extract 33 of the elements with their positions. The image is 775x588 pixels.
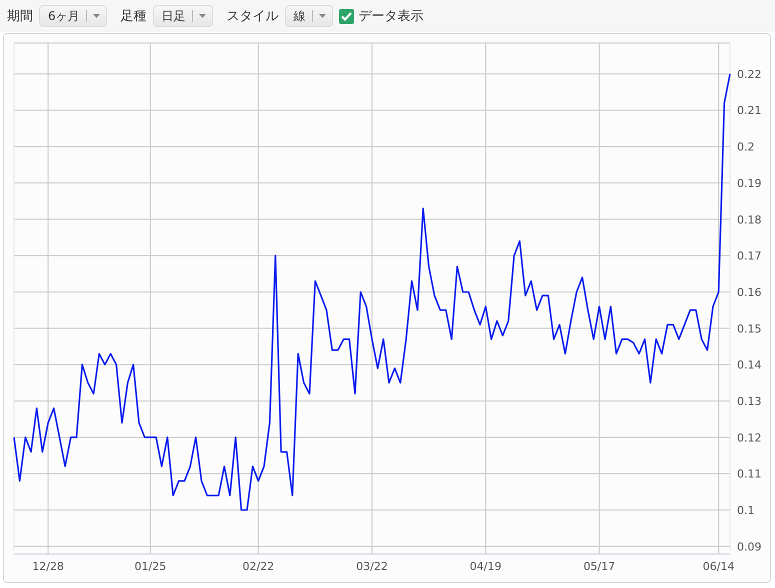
axis-label: 06/14 xyxy=(702,560,734,573)
axis-label: 03/22 xyxy=(356,560,388,573)
caret-icon xyxy=(92,14,100,18)
axis-label: 0.13 xyxy=(737,395,762,408)
axis-label: 0.1 xyxy=(737,504,754,518)
dropdown[interactable]: 日足 xyxy=(152,5,213,27)
axis-label: 0.18 xyxy=(737,213,762,226)
axis-label: 0.15 xyxy=(737,322,762,336)
axis-label: 0.14 xyxy=(737,358,762,372)
axis-label: 0.21 xyxy=(737,104,762,118)
caret-icon xyxy=(198,14,206,18)
toolbar-label: 足種 xyxy=(120,8,147,25)
axis-label: 01/25 xyxy=(134,560,166,573)
checkbox[interactable] xyxy=(338,8,354,24)
axis-label: 0.22 xyxy=(737,68,762,81)
check-icon xyxy=(340,12,352,20)
axis-label: 0.11 xyxy=(737,468,762,481)
axis-label: 0.09 xyxy=(737,540,762,554)
toolbar-label: 期間 xyxy=(7,8,33,25)
axis-label: 02/22 xyxy=(242,560,274,573)
caret-icon xyxy=(318,14,326,18)
checkbox-label: データ表示 xyxy=(358,8,424,25)
axis-label: 0.12 xyxy=(737,431,762,444)
axis-label: 05/17 xyxy=(583,560,616,573)
axis-label: 0.2 xyxy=(737,140,754,154)
axis-label: 12/28 xyxy=(32,560,64,573)
axis-label: 0.19 xyxy=(737,176,762,190)
dropdown[interactable]: 6ヶ月 xyxy=(39,5,107,27)
axis-label: 04/19 xyxy=(470,560,502,573)
toolbar-label: スタイル xyxy=(226,8,279,25)
axis-label: 0.17 xyxy=(737,250,762,263)
axis-label: 0.16 xyxy=(737,286,762,299)
dropdown[interactable]: 線 xyxy=(284,5,333,27)
